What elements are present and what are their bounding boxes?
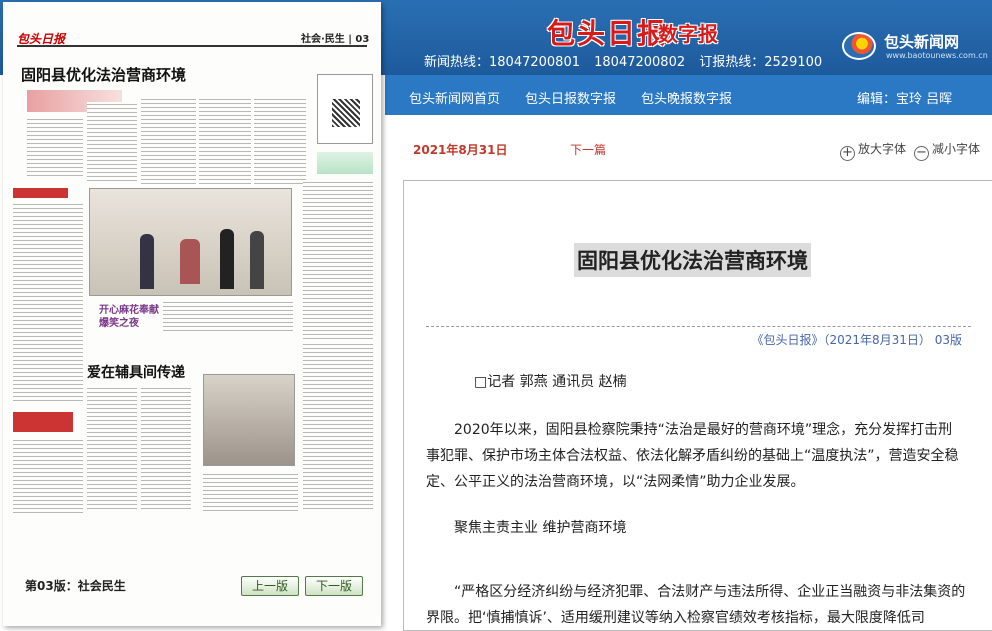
article-text-block[interactable] <box>141 386 191 511</box>
article-text-block[interactable] <box>141 97 196 187</box>
zoom-in-button[interactable]: + 放大字体 <box>840 140 906 161</box>
article-text-block[interactable] <box>13 202 83 402</box>
article-text-block[interactable] <box>199 97 251 187</box>
editor-credit: 编辑：宝玲 吕晖 <box>857 92 953 107</box>
subhead-comedy[interactable]: 开心麻花奉献爆笑之夜 <box>99 304 159 330</box>
nav-link-daily-digital[interactable]: 包头日报数字报 <box>525 88 616 107</box>
paper-section-label: 社会·民生 | 03 <box>301 34 370 45</box>
baotou-news-logo[interactable]: 包头新闻网 www.baotounews.com.cn <box>842 28 992 64</box>
red-column-tag <box>13 412 73 432</box>
byline: □记者 郭燕 通讯员 赵楠 <box>474 374 627 390</box>
article-text-block[interactable] <box>303 180 373 340</box>
column-tag <box>13 188 68 198</box>
article-paragraph: “严格区分经济纠纷与经济犯罪、合法财产与违法所得、企业正当融资与非法集资的界限。… <box>426 584 966 626</box>
zoom-out-label: 减小字体 <box>932 142 981 156</box>
qr-code-icon <box>332 99 360 127</box>
title-divider <box>426 326 971 327</box>
article-paragraph: 2020年以来，固阳县检察院秉持“法治是最好的营商环境”理念，充分发挥打击刑事犯… <box>426 422 959 490</box>
article-text-block[interactable] <box>27 117 83 177</box>
article-text-block[interactable] <box>254 97 306 187</box>
photo-figure <box>220 229 234 289</box>
news-hotline-2: 18047200802 <box>594 55 686 70</box>
article-text-block[interactable] <box>163 300 293 332</box>
article-text-block[interactable] <box>13 438 83 513</box>
nav-link-news-home[interactable]: 包头新闻网首页 <box>409 88 500 107</box>
green-banner-art <box>317 152 373 174</box>
article-text-block[interactable] <box>303 342 373 512</box>
subhead-assistive-devices[interactable]: 爱在辅具间传递 <box>87 362 185 382</box>
site-url: www.baotounews.com.cn <box>886 51 988 60</box>
nav-link-evening-digital[interactable]: 包头晚报数字报 <box>641 88 732 107</box>
next-page-button[interactable]: 下一版 <box>305 576 363 596</box>
photo-figure <box>250 231 264 289</box>
newspaper-logo[interactable]: 包头日报 <box>547 12 667 52</box>
stage-photo[interactable] <box>89 188 292 296</box>
news-hotline-1: 新闻热线：18047200801 <box>424 55 580 70</box>
article-source: 《包头日报》（2021年8月31日） 03版 <box>751 333 962 347</box>
article-text-block[interactable] <box>203 472 298 512</box>
site-name: 包头新闻网 <box>884 33 960 51</box>
globe-icon <box>842 32 876 60</box>
minus-icon: − <box>914 146 929 161</box>
next-article-link[interactable]: 下一篇 <box>570 141 606 158</box>
qr-ad-box[interactable] <box>317 74 373 144</box>
article-panel: 固阳县优化法治营商环境 《包头日报》（2021年8月31日） 03版 □记者 郭… <box>403 180 992 631</box>
article-subheading: 聚焦主责主业 维护营商环境 <box>454 520 627 536</box>
page-label: 第03版：社会民生 <box>25 579 126 593</box>
hotline-bar: 新闻热线：18047200801 18047200802 订报热线：252910… <box>424 51 832 70</box>
zoom-out-button[interactable]: − 减小字体 <box>914 140 980 161</box>
issue-date: 2021年8月31日 <box>413 143 508 157</box>
top-nav: 包头新闻网首页 包头日报数字报 包头晚报数字报 编辑：宝玲 吕晖 <box>385 75 992 115</box>
paper-headline[interactable]: 固阳县优化法治营商环境 <box>21 64 186 85</box>
prev-page-button[interactable]: 上一版 <box>241 576 299 596</box>
assistive-device-photo[interactable] <box>203 374 295 466</box>
article-text-block[interactable] <box>87 386 137 511</box>
article-title: 固阳县优化法治营商环境 <box>574 243 811 277</box>
zoom-in-label: 放大字体 <box>858 142 907 156</box>
subscription-hotline: 订报热线：2529100 <box>699 55 823 70</box>
plus-icon: + <box>840 146 855 161</box>
photo-figure <box>140 234 154 289</box>
newspaper-page-image[interactable]: 包头日报 社会·民生 | 03 固阳县优化法治营商环境 开心麻花奉献爆笑之夜 爱… <box>3 2 381 626</box>
digital-edition-label: 数字报 <box>658 22 718 46</box>
photo-figure <box>180 239 200 284</box>
masthead-rule <box>17 45 367 47</box>
article-text-block[interactable] <box>87 102 137 182</box>
